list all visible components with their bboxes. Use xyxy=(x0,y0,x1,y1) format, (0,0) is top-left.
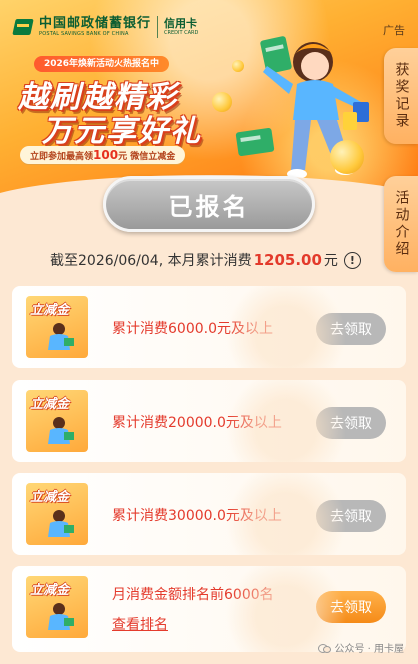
thumbnail-title: 立减金 xyxy=(30,303,70,318)
coupon-figure-icon xyxy=(48,603,74,630)
brand-name-en: POSTAL SAVINGS BANK OF CHINA xyxy=(39,30,129,37)
credit-card-label-cn: 信用卡 xyxy=(164,17,198,30)
brand-name-cn: 中国邮政储蓄银行 xyxy=(39,15,152,31)
postal-bank-logo-icon xyxy=(12,16,34,38)
reward-card: 立减金 累计消费6000.0元及以上 去领取 xyxy=(12,286,406,368)
claim-button[interactable]: 去领取 xyxy=(316,407,386,439)
banner-headline-2: 万元享好礼 xyxy=(42,114,202,149)
thumbnail-title: 立减金 xyxy=(30,490,70,505)
activity-page: 中国邮政储蓄银行 POSTAL SAVINGS BANK OF CHINA 信用… xyxy=(0,0,418,664)
signed-up-button[interactable]: 已报名 xyxy=(103,176,315,232)
reward-condition: 累计消费6000.0元及以上 xyxy=(112,321,273,337)
spending-stats: 截至2026/06/04, 本月累计消费 1205.00 元 ! xyxy=(50,250,361,270)
coupon-thumbnail: 立减金 xyxy=(26,576,88,638)
claim-button[interactable]: 去领取 xyxy=(316,500,386,532)
info-icon[interactable]: ! xyxy=(343,251,361,269)
hot-registration-pill: 2026年焕新活动火热报名中 xyxy=(34,56,170,72)
coupon-thumbnail: 立减金 xyxy=(26,483,88,545)
coupon-figure-icon xyxy=(48,323,74,350)
watermark-text: 公众号 · 用卡屋 xyxy=(334,644,404,655)
banner-cta-pill: 立即参加最高领100元 微信立减金 xyxy=(20,146,186,164)
thumbnail-title: 立减金 xyxy=(30,583,70,598)
credit-card-label-en: CREDIT CARD xyxy=(164,30,199,36)
view-ranking-link[interactable]: 查看排名 xyxy=(112,614,168,634)
cta-prefix: 立即参加最高领 xyxy=(30,152,94,162)
coupon-figure-icon xyxy=(48,417,74,444)
wechat-watermark: 公众号 · 用卡屋 xyxy=(318,640,404,655)
brand-divider xyxy=(157,16,159,38)
stats-amount: 1205.00 xyxy=(253,251,322,269)
cta-suffix: 元 微信立减金 xyxy=(118,152,176,162)
coupon-thumbnail: 立减金 xyxy=(26,296,88,358)
reward-card: 立减金 累计消费20000.0元及以上 去领取 xyxy=(12,380,406,462)
reward-condition: 累计消费30000.0元及以上 xyxy=(112,508,282,524)
ad-label: 广告 xyxy=(383,24,405,37)
coin-decoration xyxy=(330,140,364,174)
promo-banner[interactable]: 中国邮政储蓄银行 POSTAL SAVINGS BANK OF CHINA 信用… xyxy=(0,0,418,205)
brand-header: 中国邮政储蓄银行 POSTAL SAVINGS BANK OF CHINA 信用… xyxy=(12,16,198,38)
tab-prize-records[interactable]: 获奖记录 xyxy=(384,48,418,144)
reward-condition: 累计消费20000.0元及以上 xyxy=(112,415,282,431)
reward-condition: 月消费金额排名前6000名 xyxy=(112,587,274,603)
coupon-thumbnail: 立减金 xyxy=(26,390,88,452)
claim-button[interactable]: 去领取 xyxy=(316,591,386,623)
coin-decoration xyxy=(212,92,232,112)
cta-amount: 100 xyxy=(93,148,119,162)
reward-card: 立减金 累计消费30000.0元及以上 去领取 xyxy=(12,473,406,555)
claim-button[interactable]: 去领取 xyxy=(316,313,386,345)
coupon-figure-icon xyxy=(48,510,74,537)
stats-unit: 元 xyxy=(323,253,338,269)
tab-activity-intro[interactable]: 活动介绍 xyxy=(384,176,418,272)
coin-decoration xyxy=(232,60,244,72)
wechat-icon xyxy=(318,643,332,653)
stats-prefix: 截至2026/06/04, 本月累计消费 xyxy=(50,253,252,269)
shopping-girl-illustration xyxy=(235,36,380,200)
thumbnail-title: 立减金 xyxy=(30,397,70,412)
